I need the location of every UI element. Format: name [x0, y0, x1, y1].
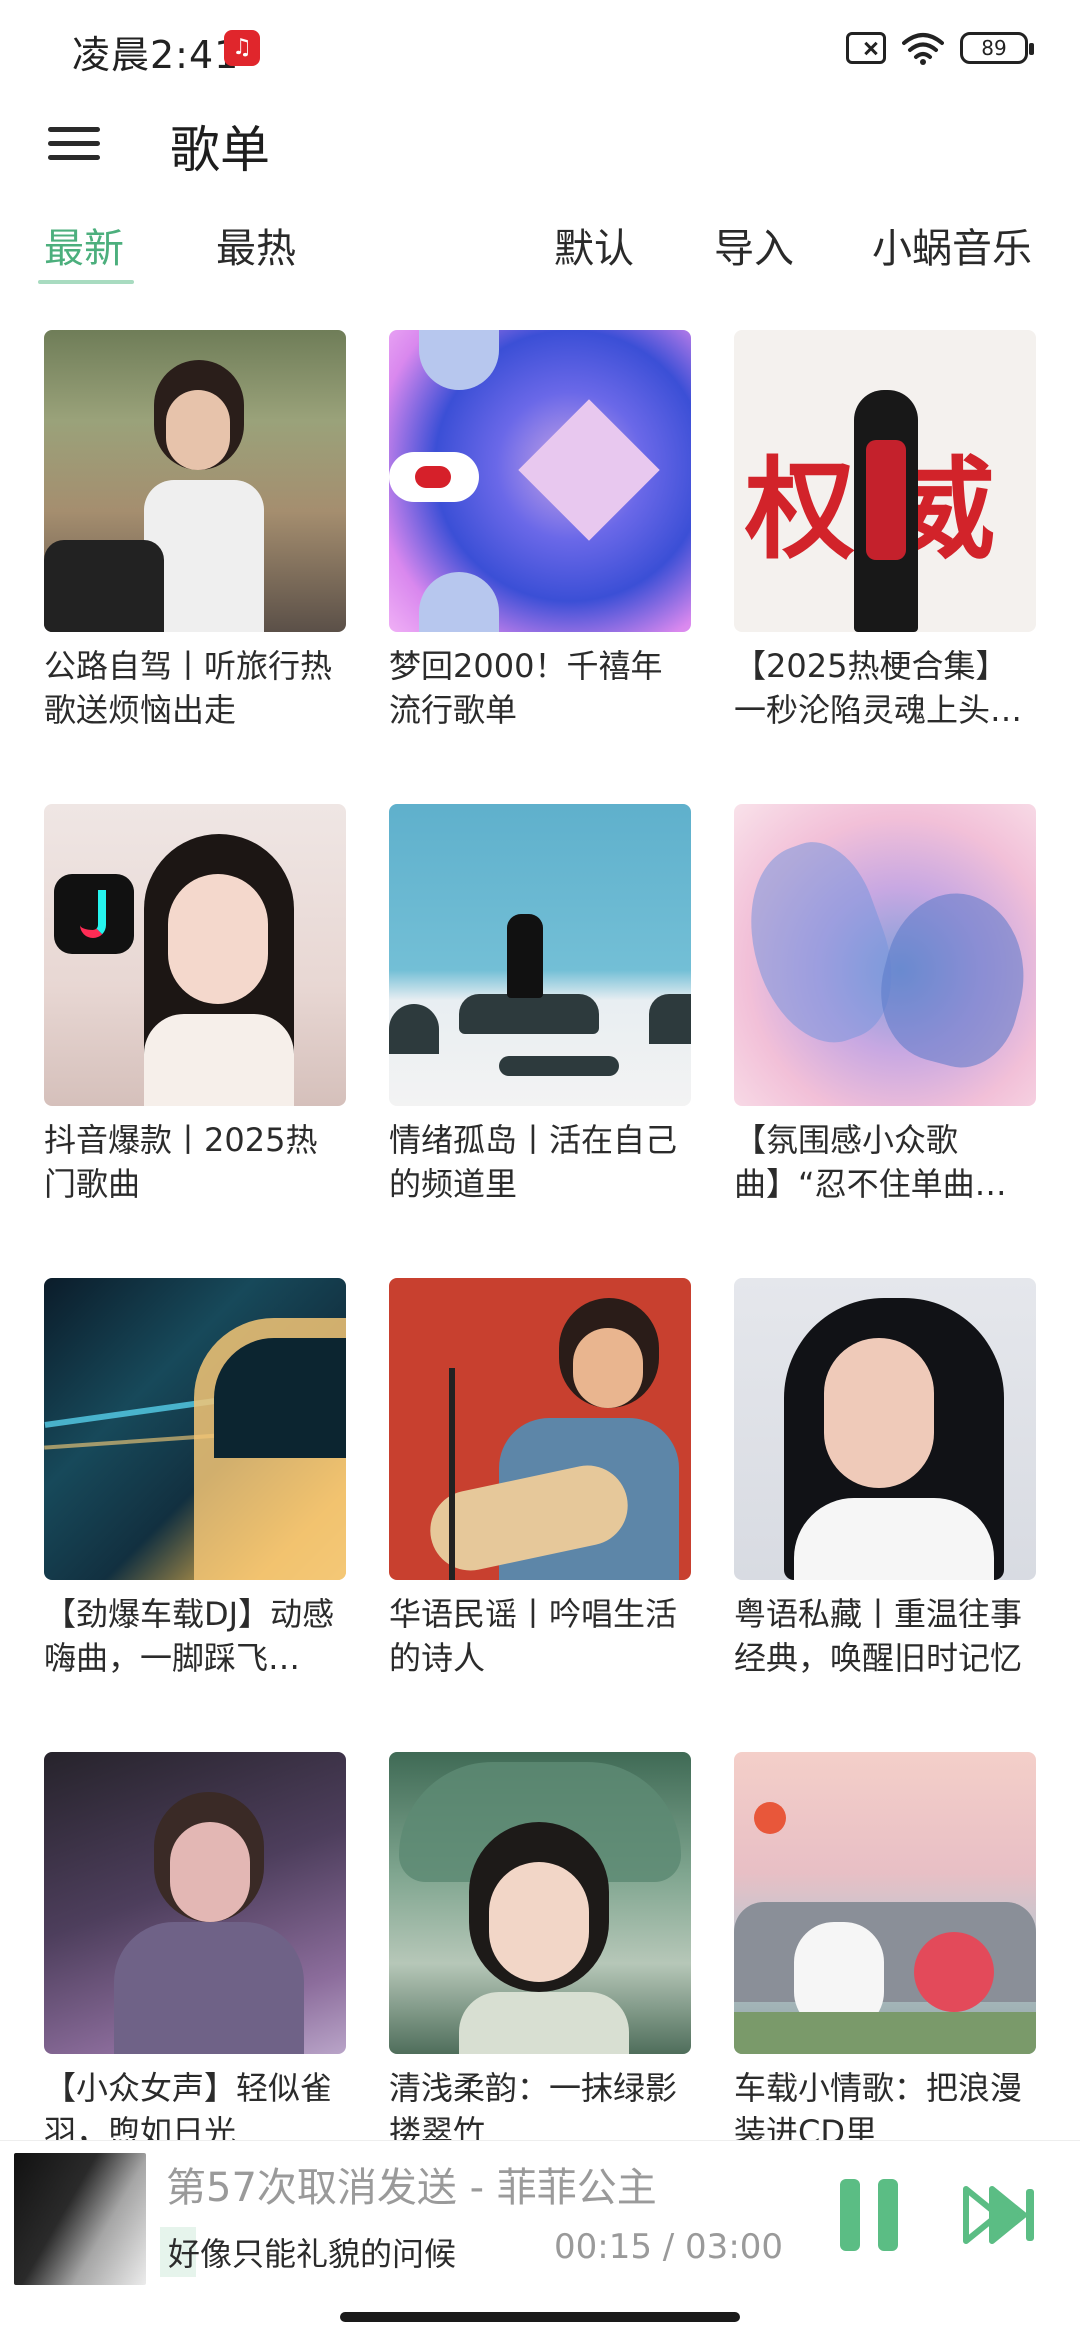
playlist-card[interactable]: 公路自驾丨听旅行热歌送烦恼出走 — [44, 330, 346, 732]
playlist-title: 梦回2000！千禧年流行歌单 — [389, 647, 663, 729]
status-icons: 89 — [846, 28, 1034, 68]
tab-default[interactable]: 默认 — [554, 216, 634, 274]
playlist-card[interactable]: 华语民谣丨吟唱生活的诗人 — [389, 1278, 691, 1680]
status-bar: 凌晨2:41 ♫ 89 — [0, 0, 1080, 96]
playlist-cover — [734, 1752, 1036, 2054]
playlist-cover — [734, 1278, 1036, 1580]
wifi-icon — [902, 31, 944, 65]
playlist-title: 华语民谣丨吟唱生活的诗人 — [389, 1595, 678, 1677]
playlist-cover — [734, 804, 1036, 1106]
playlist-card[interactable]: 权威 【2025热梗合集】一秒沦陷灵魂上头… — [734, 330, 1036, 732]
pause-icon — [840, 2179, 860, 2251]
playback-time: 00:15 / 03:00 — [554, 2227, 784, 2267]
tab-hottest[interactable]: 最热 — [216, 216, 296, 274]
playlist-cover — [44, 804, 346, 1106]
playlist-cover: 权威 — [734, 330, 1036, 632]
page-title: 歌单 — [170, 121, 270, 179]
app-header: 歌单 — [0, 96, 1080, 216]
playlist-card[interactable]: 情绪孤岛丨活在自己的频道里 — [389, 804, 691, 1206]
home-indicator[interactable] — [340, 2312, 740, 2322]
playlist-card[interactable]: 【小众女声】轻似雀羽，煦如日光 — [44, 1752, 346, 2154]
now-playing-cover[interactable] — [14, 2153, 146, 2285]
tab-bar: 最新 最热 默认 导入 小蜗音乐 — [0, 216, 1080, 316]
playlist-title: 【劲爆车载DJ】动感嗨曲，一脚踩飞… — [44, 1595, 335, 1677]
mini-player[interactable]: 第57次取消发送 - 菲菲公主 好像只能礼貌的问候 00:15 / 03:00 — [0, 2140, 1080, 2290]
playlist-cover — [389, 1752, 691, 2054]
battery-indicator: 89 — [960, 32, 1034, 64]
playlist-card[interactable]: 清浅柔韵：一抹绿影搂翠竹 — [389, 1752, 691, 2154]
tab-import[interactable]: 导入 — [714, 216, 794, 274]
active-tab-underline — [38, 280, 134, 284]
playlist-card[interactable]: 梦回2000！千禧年流行歌单 — [389, 330, 691, 732]
skip-next-icon — [963, 2186, 1034, 2244]
menu-icon[interactable] — [46, 118, 102, 174]
playlist-cover — [389, 804, 691, 1106]
playlist-card[interactable]: 【劲爆车载DJ】动感嗨曲，一脚踩飞… — [44, 1278, 346, 1680]
playlist-card[interactable]: 车载小情歌：把浪漫装进CD里 — [734, 1752, 1036, 2154]
next-track-button[interactable] — [962, 2181, 1038, 2249]
playlist-title: 粤语私藏丨重温往事经典，唤醒旧时记忆 — [734, 1595, 1023, 1677]
playlist-title: 公路自驾丨听旅行热歌送烦恼出走 — [44, 647, 333, 729]
now-playing-title[interactable]: 第57次取消发送 - 菲菲公主 — [166, 2155, 657, 2213]
playlist-title: 【氛围感小众歌曲】“忍不住单曲循环！” — [734, 1121, 1007, 1203]
playlist-cover — [389, 330, 691, 632]
playlist-cover — [44, 1752, 346, 2054]
playlist-cover — [44, 330, 346, 632]
tab-xiaowo-music[interactable]: 小蜗音乐 — [872, 216, 1032, 274]
pause-button[interactable] — [836, 2179, 902, 2251]
playlist-title: 情绪孤岛丨活在自己的频道里 — [389, 1121, 678, 1203]
playlist-cover — [389, 1278, 691, 1580]
playlist-title: 【2025热梗合集】一秒沦陷灵魂上头… — [734, 647, 1023, 729]
status-time: 凌晨2:41 — [72, 33, 240, 77]
now-playing-lyric: 好像只能礼貌的问候 — [160, 2227, 465, 2277]
playlist-cover — [44, 1278, 346, 1580]
playlist-card[interactable]: 抖音爆款丨2025热门歌曲 — [44, 804, 346, 1206]
music-app-notification-icon: ♫ — [224, 30, 260, 66]
playlist-title: 抖音爆款丨2025热门歌曲 — [44, 1121, 318, 1203]
playlist-card[interactable]: 粤语私藏丨重温往事经典，唤醒旧时记忆 — [734, 1278, 1036, 1680]
playlist-card[interactable]: 【氛围感小众歌曲】“忍不住单曲循环！” — [734, 804, 1036, 1206]
tab-newest[interactable]: 最新 — [44, 216, 124, 274]
no-sim-icon — [846, 32, 886, 64]
